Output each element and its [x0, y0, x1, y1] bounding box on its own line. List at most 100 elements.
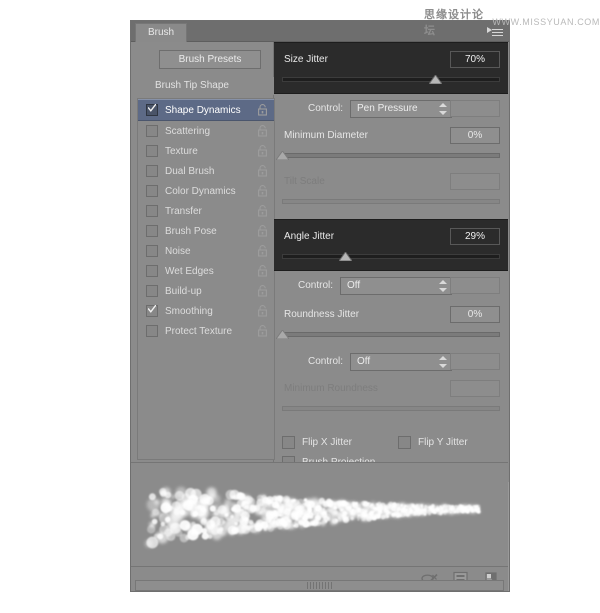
slider-thumb[interactable] [339, 252, 353, 261]
brush-option-row[interactable]: Protect Texture [138, 321, 274, 341]
option-checkbox[interactable] [146, 305, 158, 317]
slider-thumb[interactable] [276, 151, 289, 160]
angle-control-select[interactable]: Off [340, 277, 452, 295]
option-checkbox[interactable] [146, 265, 158, 277]
lock-icon[interactable] [257, 145, 268, 157]
tilt-scale-slider [282, 195, 500, 209]
size-jitter-group: Size Jitter 70% [274, 42, 508, 94]
brush-panel: Brush Brush Presets Brush Tip Shape Shap… [130, 20, 510, 592]
brush-option-row[interactable]: Texture [138, 141, 274, 161]
lock-icon[interactable] [257, 185, 268, 197]
option-checkbox[interactable] [146, 285, 158, 297]
roundness-jitter-slider[interactable] [276, 328, 500, 342]
lock-icon[interactable] [257, 245, 268, 257]
option-checkbox[interactable] [146, 185, 158, 197]
brush-option-row[interactable]: Noise [138, 241, 274, 261]
roundness-control-row: Control: Off [274, 350, 508, 374]
angle-control-value: Off [347, 280, 361, 291]
roundness-jitter-value[interactable]: 0% [450, 306, 500, 323]
option-checkbox[interactable] [146, 205, 158, 217]
watermark-cn: 思缘设计论坛 [424, 8, 484, 37]
resize-grip[interactable] [306, 582, 333, 589]
size-control-spacer [450, 100, 500, 117]
size-control-label: Control: [308, 103, 344, 114]
minimum-roundness-slider [282, 402, 500, 416]
roundness-jitter-label: Roundness Jitter [284, 309, 360, 320]
slider-track [282, 153, 500, 158]
checkbox-box [398, 436, 411, 449]
lock-icon[interactable] [257, 104, 268, 116]
lock-icon[interactable] [257, 265, 268, 277]
size-jitter-row: Size Jitter 70% [274, 47, 508, 73]
brush-option-row[interactable]: Wet Edges [138, 261, 274, 281]
lock-icon[interactable] [257, 165, 268, 177]
brush-option-row[interactable]: Build-up [138, 281, 274, 301]
size-control-select[interactable]: Pen Pressure [350, 100, 452, 118]
brush-option-row[interactable]: Dual Brush [138, 161, 274, 181]
flip-y-jitter-checkbox[interactable]: Flip Y Jitter [398, 436, 468, 449]
angle-jitter-slider[interactable] [282, 250, 500, 264]
brush-option-row[interactable]: Scattering [138, 121, 274, 141]
size-control-value: Pen Pressure [357, 103, 418, 114]
tilt-scale-row: Tilt Scale [274, 169, 508, 195]
brush-tip-shape-item[interactable]: Brush Tip Shape [141, 77, 287, 95]
option-checkbox[interactable] [146, 145, 158, 157]
checkbox-box [282, 436, 295, 449]
option-label: Texture [165, 145, 198, 157]
lock-icon[interactable] [257, 205, 268, 217]
minimum-diameter-value[interactable]: 0% [450, 127, 500, 144]
tilt-scale-label: Tilt Scale [284, 176, 325, 187]
slider-track [282, 77, 500, 82]
option-checkbox[interactable] [146, 225, 158, 237]
lock-icon[interactable] [257, 325, 268, 337]
chevron-updown-icon [439, 103, 447, 115]
option-label: Smoothing [165, 305, 213, 317]
lock-icon[interactable] [257, 225, 268, 237]
lock-icon[interactable] [257, 285, 268, 297]
check-icon [148, 104, 156, 112]
slider-thumb[interactable] [276, 330, 289, 339]
minimum-roundness-label: Minimum Roundness [284, 383, 378, 394]
flip-jitter-row: Flip X Jitter Flip Y Jitter [274, 432, 508, 454]
flip-x-jitter-checkbox[interactable]: Flip X Jitter [282, 436, 352, 449]
roundness-jitter-row: Roundness Jitter 0% [274, 302, 508, 328]
minimum-diameter-label: Minimum Diameter [284, 130, 368, 141]
option-checkbox[interactable] [146, 245, 158, 257]
tab-brush[interactable]: Brush [135, 23, 188, 42]
angle-jitter-value[interactable]: 29% [450, 228, 500, 245]
size-control-row: Control: Pen Pressure [274, 97, 508, 121]
lock-icon[interactable] [257, 305, 268, 317]
brush-option-row[interactable]: Brush Pose [138, 221, 274, 241]
angle-control-row: Control: Off [274, 274, 508, 298]
brush-option-row[interactable]: Transfer [138, 201, 274, 221]
screenshot-root: 思缘设计论坛 WWW.MISSYUAN.COM Brush Brush Pres… [0, 0, 600, 613]
lock-icon[interactable] [257, 125, 268, 137]
option-checkbox[interactable] [146, 165, 158, 177]
option-checkbox[interactable] [146, 325, 158, 337]
minimum-diameter-slider[interactable] [276, 149, 500, 163]
angle-jitter-label: Angle Jitter [284, 231, 335, 242]
dynamics-list: Shape Dynamics Scattering Texture Dual Brus… [137, 98, 275, 460]
option-label: Wet Edges [165, 265, 214, 277]
option-checkbox[interactable] [146, 104, 158, 116]
angle-control-spacer [450, 277, 500, 294]
brush-stroke-preview [131, 462, 508, 568]
slider-thumb[interactable] [428, 75, 442, 84]
minimum-roundness-value [450, 380, 500, 397]
size-jitter-slider[interactable] [282, 73, 500, 87]
brush-options-list: Brush Presets Brush Tip Shape Shape Dyna… [131, 42, 287, 482]
slider-track [282, 199, 500, 204]
brush-presets-button[interactable]: Brush Presets [159, 50, 261, 69]
check-icon [148, 305, 156, 313]
size-jitter-value[interactable]: 70% [450, 51, 500, 68]
option-label: Brush Pose [165, 225, 217, 237]
roundness-control-select[interactable]: Off [350, 353, 452, 371]
brush-option-row[interactable]: Smoothing [138, 301, 274, 321]
brush-option-row[interactable]: Color Dynamics [138, 181, 274, 201]
option-label: Transfer [165, 205, 202, 217]
option-label: Dual Brush [165, 165, 215, 177]
minimum-roundness-row: Minimum Roundness [274, 376, 508, 402]
option-checkbox[interactable] [146, 125, 158, 137]
angle-control-label: Control: [298, 280, 334, 291]
brush-option-row[interactable]: Shape Dynamics [138, 99, 274, 121]
